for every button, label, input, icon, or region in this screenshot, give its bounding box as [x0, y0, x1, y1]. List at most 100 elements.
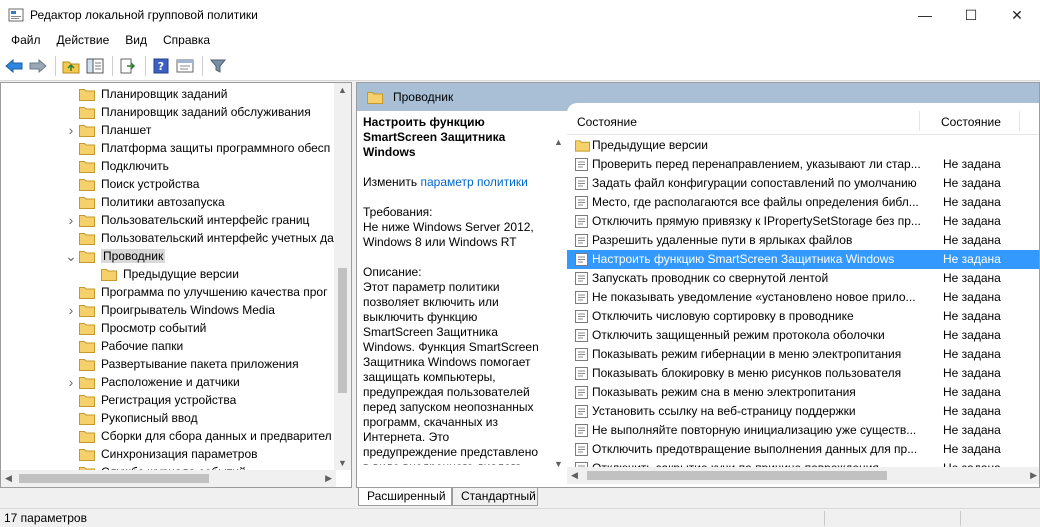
- menu-view[interactable]: Вид: [117, 30, 155, 51]
- tree-item[interactable]: Развертывание пакета приложения: [1, 355, 336, 373]
- folder-icon: [575, 140, 590, 152]
- list-item[interactable]: Предыдущие версии: [567, 136, 1039, 155]
- tree-item[interactable]: Подключить: [1, 157, 336, 175]
- scrollbar-thumb[interactable]: [587, 471, 887, 480]
- tree-horizontal-scrollbar[interactable]: ◀ ▶: [1, 470, 336, 487]
- requirements-text: Не ниже Windows Server 2012, Windows 8 и…: [363, 220, 534, 249]
- tree-item-label: Поиск устройства: [101, 177, 200, 191]
- list-item[interactable]: Не выполняйте повторную инициализацию уж…: [567, 421, 1039, 440]
- navigation-tree[interactable]: Планировщик заданий Планировщик заданий о…: [0, 82, 352, 488]
- policy-setting-icon: [575, 291, 588, 304]
- list-item[interactable]: Отключить предотвращение выполнения данн…: [567, 440, 1039, 459]
- list-item[interactable]: Не показывать уведомление «установлено н…: [567, 288, 1039, 307]
- scrollbar-thumb[interactable]: [338, 268, 347, 393]
- scroll-left-icon[interactable]: ◀: [571, 470, 578, 481]
- list-item[interactable]: Отключить числовую сортировку в проводни…: [567, 307, 1039, 326]
- menu-action[interactable]: Действие: [49, 30, 118, 51]
- setting-state: Не задана: [943, 328, 1001, 342]
- scroll-right-icon[interactable]: ▶: [325, 473, 332, 484]
- list-horizontal-scrollbar[interactable]: ◀ ▶: [567, 467, 1039, 484]
- chevron-down-icon[interactable]: ⌄: [63, 249, 79, 263]
- tree-item[interactable]: Планировщик заданий обслуживания: [1, 103, 336, 121]
- list-item[interactable]: Показывать режим сна в меню электропитан…: [567, 383, 1039, 402]
- list-item[interactable]: Отключить прямую привязку к IPropertySet…: [567, 212, 1039, 231]
- policy-setting-icon: [575, 215, 588, 228]
- export-list-button[interactable]: [117, 55, 139, 77]
- description-scrollbar[interactable]: ▲ ▼: [551, 135, 567, 471]
- tree-item[interactable]: ⌄ Проводник: [1, 247, 336, 265]
- filter-button[interactable]: [207, 55, 229, 77]
- column-divider[interactable]: [919, 111, 920, 131]
- menu-file[interactable]: Файл: [0, 30, 49, 51]
- tree-item[interactable]: › Расположение и датчики: [1, 373, 336, 391]
- setting-state: Не задана: [943, 404, 1001, 418]
- tree-item[interactable]: Просмотр событий: [1, 319, 336, 337]
- chevron-right-icon[interactable]: ›: [63, 303, 79, 317]
- list-item[interactable]: Запускать проводник со свернутой лентой Н…: [567, 269, 1039, 288]
- list-header: Состояние Состояние: [567, 107, 1039, 135]
- column-divider[interactable]: [1019, 111, 1020, 131]
- up-level-button[interactable]: [60, 55, 82, 77]
- scroll-up-icon[interactable]: ▲: [338, 85, 347, 95]
- list-item[interactable]: Разрешить удаленные пути в ярлыках файло…: [567, 231, 1039, 250]
- forward-button[interactable]: [27, 55, 49, 77]
- tree-item[interactable]: Предыдущие версии: [1, 265, 336, 283]
- properties-button[interactable]: [174, 55, 196, 77]
- scroll-down-icon[interactable]: ▼: [338, 458, 347, 468]
- chevron-right-icon[interactable]: ›: [63, 123, 79, 137]
- list-item[interactable]: Место, где располагаются все файлы опред…: [567, 193, 1039, 212]
- policy-title: Настроить функцию SmartScreen Защитника …: [363, 115, 506, 159]
- column-name-header[interactable]: Состояние: [577, 115, 637, 129]
- scroll-left-icon[interactable]: ◀: [5, 473, 12, 484]
- scrollbar-thumb[interactable]: [19, 474, 209, 483]
- list-item[interactable]: Настроить функцию SmartScreen Защитника …: [567, 250, 1039, 269]
- folder-icon: [79, 322, 95, 335]
- scroll-down-icon[interactable]: ▼: [554, 459, 563, 469]
- setting-name: Предыдущие версии: [592, 138, 708, 152]
- list-item[interactable]: Установить ссылку на веб-страницу поддер…: [567, 402, 1039, 421]
- edit-policy-link[interactable]: параметр политики: [420, 175, 527, 189]
- help-button[interactable]: ?: [150, 55, 172, 77]
- tree-item[interactable]: › Планшет: [1, 121, 336, 139]
- export-list-icon: [120, 58, 136, 73]
- list-item[interactable]: Отключить защищенный режим протокола обо…: [567, 326, 1039, 345]
- show-hide-tree-button[interactable]: [84, 55, 106, 77]
- scroll-up-icon[interactable]: ▲: [554, 137, 563, 147]
- tree-item[interactable]: Политики автозапуска: [1, 193, 336, 211]
- scroll-right-icon[interactable]: ▶: [1030, 470, 1037, 481]
- chevron-right-icon[interactable]: ›: [63, 375, 79, 389]
- folder-icon: [79, 394, 95, 407]
- tree-vertical-scrollbar[interactable]: ▲ ▼: [334, 83, 351, 470]
- list-item[interactable]: Проверить перед перенаправлением, указыв…: [567, 155, 1039, 174]
- tree-item[interactable]: Регистрация устройства: [1, 391, 336, 409]
- back-button[interactable]: [3, 55, 25, 77]
- tree-item[interactable]: Планировщик заданий: [1, 85, 336, 103]
- tree-item[interactable]: Поиск устройства: [1, 175, 336, 193]
- toolbar-separator: [202, 55, 203, 76]
- close-button[interactable]: ✕: [994, 0, 1040, 30]
- chevron-right-icon[interactable]: ›: [63, 213, 79, 227]
- tree-item[interactable]: Пользовательский интерфейс учетных да: [1, 229, 336, 247]
- policy-setting-icon: [575, 348, 588, 361]
- policy-setting-icon: [575, 405, 588, 418]
- list-item[interactable]: Задать файл конфигурации сопоставлений п…: [567, 174, 1039, 193]
- tree-item[interactable]: Рукописный ввод: [1, 409, 336, 427]
- list-item[interactable]: Показывать режим гибернации в меню элект…: [567, 345, 1039, 364]
- tree-item[interactable]: Синхронизация параметров: [1, 445, 336, 463]
- policy-setting-icon: [575, 177, 588, 190]
- tree-item[interactable]: › Пользовательский интерфейс границ: [1, 211, 336, 229]
- list-item[interactable]: Показывать блокировку в меню рисунков по…: [567, 364, 1039, 383]
- svg-text:?: ?: [158, 60, 164, 73]
- minimize-button[interactable]: —: [902, 0, 948, 30]
- tree-item[interactable]: Программа по улучшению качества прог: [1, 283, 336, 301]
- tree-item[interactable]: Платформа защиты программного обесп: [1, 139, 336, 157]
- tree-item[interactable]: Сборки для сбора данных и предварител: [1, 427, 336, 445]
- tree-item[interactable]: › Проигрыватель Windows Media: [1, 301, 336, 319]
- maximize-button[interactable]: ☐: [948, 0, 994, 30]
- tree-item[interactable]: Рабочие папки: [1, 337, 336, 355]
- tab-extended[interactable]: Расширенный: [358, 488, 452, 506]
- tab-standard[interactable]: Стандартный: [452, 488, 538, 506]
- column-state-header[interactable]: Состояние: [941, 115, 1001, 129]
- folder-icon: [79, 124, 95, 137]
- menu-help[interactable]: Справка: [155, 30, 218, 51]
